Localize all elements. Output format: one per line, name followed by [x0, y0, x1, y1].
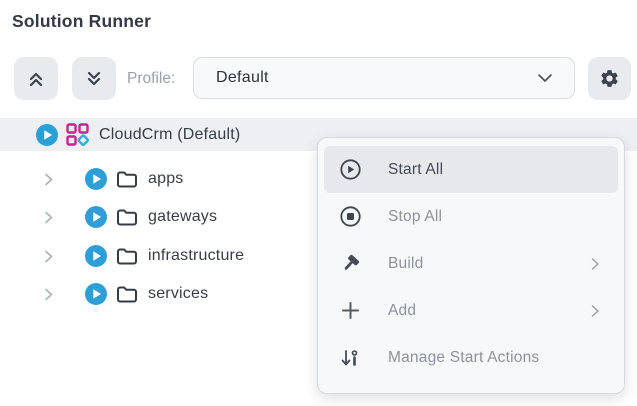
- solution-icon: [65, 122, 90, 147]
- chevron-right-icon[interactable]: [42, 173, 55, 186]
- menu-item-label: Build: [388, 255, 423, 273]
- tree-label: infrastructure: [148, 247, 244, 265]
- tree-label: gateways: [148, 208, 217, 226]
- gear-icon: [599, 68, 620, 89]
- play-outline-circle-icon: [338, 159, 362, 180]
- play-circle-icon[interactable]: [85, 168, 107, 190]
- profile-dropdown-value: Default: [216, 69, 269, 87]
- play-circle-icon[interactable]: [85, 206, 107, 228]
- play-circle-icon[interactable]: [36, 124, 58, 146]
- chevron-down-icon: [534, 58, 556, 98]
- stop-outline-circle-icon: [338, 206, 362, 227]
- submenu-chevron-icon: [588, 257, 602, 271]
- profile-dropdown[interactable]: Default: [193, 57, 575, 99]
- folder-icon: [115, 167, 139, 191]
- chevron-right-icon[interactable]: [42, 288, 55, 301]
- tree-label-solution: CloudCrm (Default): [99, 126, 240, 144]
- collapse-all-button[interactable]: [14, 57, 58, 100]
- menu-item-add[interactable]: Add: [324, 287, 618, 334]
- page-title: Solution Runner: [12, 11, 151, 32]
- solution-runner-panel: Solution Runner Profile: Default: [0, 0, 637, 406]
- folder-icon: [115, 205, 139, 229]
- chevron-right-icon[interactable]: [42, 250, 55, 263]
- play-circle-icon[interactable]: [85, 283, 107, 305]
- menu-item-stop-all[interactable]: Stop All: [324, 193, 618, 240]
- settings-button[interactable]: [588, 57, 631, 100]
- menu-item-start-all[interactable]: Start All: [324, 146, 618, 193]
- sort-order-icon: [338, 348, 362, 368]
- plus-icon: [338, 301, 362, 320]
- chevron-right-icon[interactable]: [42, 211, 55, 224]
- menu-item-label: Manage Start Actions: [388, 349, 539, 367]
- menu-item-label: Add: [388, 302, 416, 320]
- submenu-chevron-icon: [588, 304, 602, 318]
- tree-label: services: [148, 285, 208, 303]
- folder-icon: [115, 244, 139, 268]
- menu-item-label: Stop All: [388, 208, 442, 226]
- profile-label: Profile:: [127, 57, 175, 100]
- play-circle-icon[interactable]: [85, 245, 107, 267]
- chevrons-down-icon: [84, 69, 104, 89]
- menu-item-manage-start-actions[interactable]: Manage Start Actions: [324, 334, 618, 381]
- expand-all-button[interactable]: [72, 57, 116, 100]
- hammer-icon: [338, 253, 362, 274]
- tree-label: apps: [148, 170, 184, 188]
- menu-item-build[interactable]: Build: [324, 240, 618, 287]
- chevrons-up-icon: [26, 69, 46, 89]
- menu-item-label: Start All: [388, 161, 443, 179]
- context-menu: Start All Stop All Build: [317, 137, 625, 394]
- folder-icon: [115, 282, 139, 306]
